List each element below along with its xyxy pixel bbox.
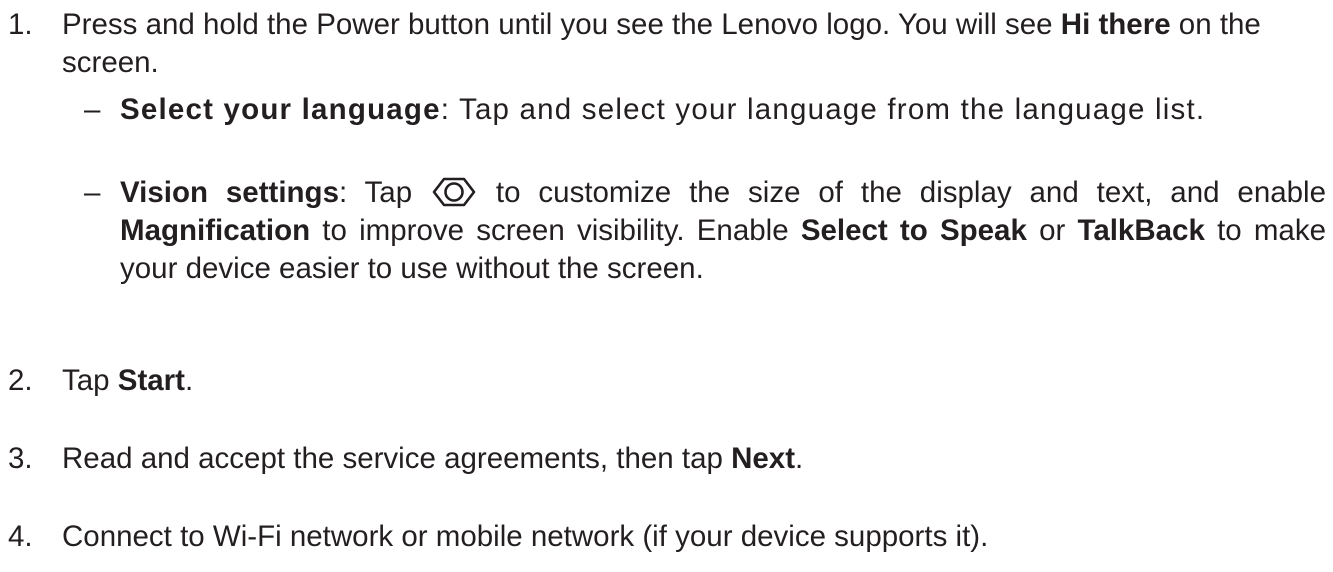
start-label: Start [117,364,185,397]
sub-item-dash: – [84,176,101,209]
sub-item-text-part: to customize the size of the display and… [478,176,1326,209]
step-number: 2. [8,364,33,397]
step-number: 4. [8,520,33,553]
next-label: Next [731,442,796,475]
sub-item-text-part: or [1026,214,1078,247]
step-text-part: Read and accept the service agreements, … [62,442,732,475]
step-number: 3. [8,442,33,475]
step-text: Press and hold the Power button until yo… [62,6,1326,82]
step-text: Tap Start. [62,362,1326,400]
step-text-part: . [184,364,194,397]
step-number: 1. [8,8,33,41]
sub-item-text-part: : Tap and select your language from the … [440,93,1206,126]
step-text: Read and accept the service agreements, … [62,440,1326,478]
sub-item-text: Select your language: Tap and select you… [120,91,1326,129]
sub-item-text: Vision settings: Tap to customize the si… [120,174,1326,288]
step-text-part: Press and hold the Power button until yo… [62,8,1061,41]
hi-there-label: Hi there [1060,8,1171,41]
sub-item-text-part: : Tap [338,176,431,209]
step-text-part: Connect to Wi-Fi network or mobile netwo… [62,520,989,553]
eye-icon [432,177,476,207]
select-to-speak-label: Select to Speak [800,214,1027,247]
select-language-label: Select your language [120,93,441,126]
vision-settings-label: Vision settings [120,176,339,209]
step-text-part: . [795,442,804,475]
step-text: Connect to Wi-Fi network or mobile netwo… [62,518,1326,556]
magnification-label: Magnification [120,214,311,247]
sub-item-text-part: to improve screen visibility. Enable [310,214,801,247]
talkback-label: TalkBack [1077,214,1205,247]
sub-item-dash: – [84,93,101,126]
step-text-part: Tap [62,364,118,397]
